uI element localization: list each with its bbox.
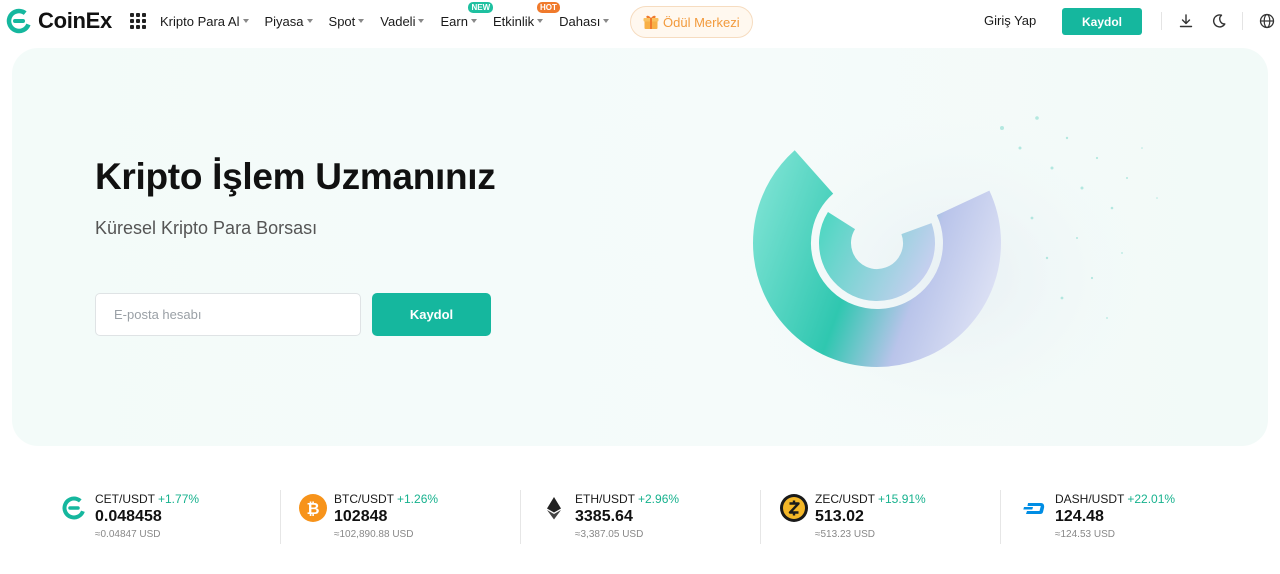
ticker-price: 3385.64 [575,508,633,525]
ticker-change: +1.77% [158,492,200,506]
ticker-pair-name: DASH/USDT [1055,492,1125,506]
header-divider [1242,12,1243,30]
hero-signup-button[interactable]: Kaydol [372,293,491,336]
download-icon[interactable] [1177,12,1195,30]
nav-item-label: Vadeli [380,13,416,29]
ticker-change: +1.26% [397,492,439,506]
ticker-pair: BTC/USDT +1.26% [334,492,438,506]
nav-item-events[interactable]: Etkinlik HOT [492,1,560,29]
ticker-price: 124.48 [1055,508,1104,525]
ticker-price: 102848 [334,508,388,525]
ticker-usd-value: ≈102,890.88 USD [334,529,414,540]
ticker-price: 513.02 [815,508,864,525]
dash-icon [1023,503,1045,514]
globe-icon[interactable] [1258,12,1276,30]
nav-item-label: Etkinlik [492,13,535,29]
nav-item-buy-crypto[interactable]: Kripto Para Al [160,14,249,29]
reward-center-label: Ödül Merkezi [663,14,740,30]
ticker-usd-value: ≈3,387.05 USD [575,529,644,540]
ticker-pair-name: BTC/USDT [334,492,394,506]
nav-item-label: Kripto Para Al [160,13,240,29]
hero-subtitle: Küresel Kripto Para Borsası [95,218,318,238]
chevron-down-icon [418,19,425,23]
nav-item-earn[interactable]: Earn NEW [440,1,494,29]
ticker-divider [280,490,281,544]
chevron-down-icon [242,19,249,23]
ticker-pair: ETH/USDT +2.96% [575,492,679,506]
market-ticker: CET/USDT +1.77% 0.048458 ≈0.04847 USD ₿ B… [0,482,1280,552]
hero-banner: Kripto İşlem Uzmanınız Küresel Kripto Pa… [12,48,1268,446]
hot-badge: HOT [536,1,560,13]
ticker-divider [1000,490,1001,544]
ticker-pair: DASH/USDT +22.01% [1055,492,1175,506]
chevron-down-icon [306,19,313,23]
login-link[interactable]: Giriş Yap [984,13,1036,28]
ticker-price: 0.048458 [95,508,162,525]
hero-title: Kripto İşlem Uzmanınız [95,156,496,197]
gift-icon [643,15,659,29]
ticker-divider [520,490,521,544]
nav-item-label: Piyasa [264,13,304,29]
coinex-3d-logo-icon [732,78,1172,438]
coinex-logo-icon [6,8,32,34]
ticker-pair: CET/USDT +1.77% [95,492,199,506]
apps-grid-icon[interactable] [130,13,146,29]
reward-center-button[interactable]: Ödül Merkezi [630,6,753,38]
zec-icon [780,494,808,522]
chevron-down-icon [603,19,610,23]
ticker-change: +22.01% [1127,492,1176,506]
main-nav: Kripto Para Al Piyasa Spot Vadeli Earn N… [160,0,625,42]
ticker-usd-value: ≈0.04847 USD [95,529,161,540]
top-header: CoinEx Kripto Para Al Piyasa Spot Vadeli… [0,0,1280,42]
ticker-change: +2.96% [638,492,680,506]
moon-icon[interactable] [1210,12,1228,30]
ticker-pair-name: CET/USDT [95,492,155,506]
ticker-pair-name: ZEC/USDT [815,492,875,506]
svg-text:₿: ₿ [306,499,319,518]
ticker-usd-value: ≈124.53 USD [1055,529,1115,540]
chevron-down-icon [358,19,365,23]
nav-item-label: Dahası [559,13,601,29]
nav-item-label: Earn [440,13,468,29]
chevron-down-icon [537,19,544,23]
coinex-logo[interactable]: CoinEx [6,8,112,34]
eth-icon [547,497,561,520]
btc-icon: ₿ [299,494,327,522]
chevron-down-icon [470,19,477,23]
header-divider [1161,12,1162,30]
new-badge: NEW [468,1,494,13]
brand-name: CoinEx [38,8,112,33]
nav-item-label: Spot [328,13,356,29]
ticker-pair-name: ETH/USDT [575,492,635,506]
ticker-divider [760,490,761,544]
nav-item-more[interactable]: Dahası [559,13,610,29]
ticker-pair: ZEC/USDT +15.91% [815,492,926,506]
email-input[interactable] [95,293,361,336]
ticker-usd-value: ≈513.23 USD [815,529,875,540]
signup-button[interactable]: Kaydol [1062,8,1142,35]
nav-item-futures[interactable]: Vadeli [380,13,425,29]
nav-item-market[interactable]: Piyasa [265,14,313,29]
ticker-change: +15.91% [878,492,926,506]
nav-item-spot[interactable]: Spot [329,14,365,29]
cet-icon [62,496,86,520]
